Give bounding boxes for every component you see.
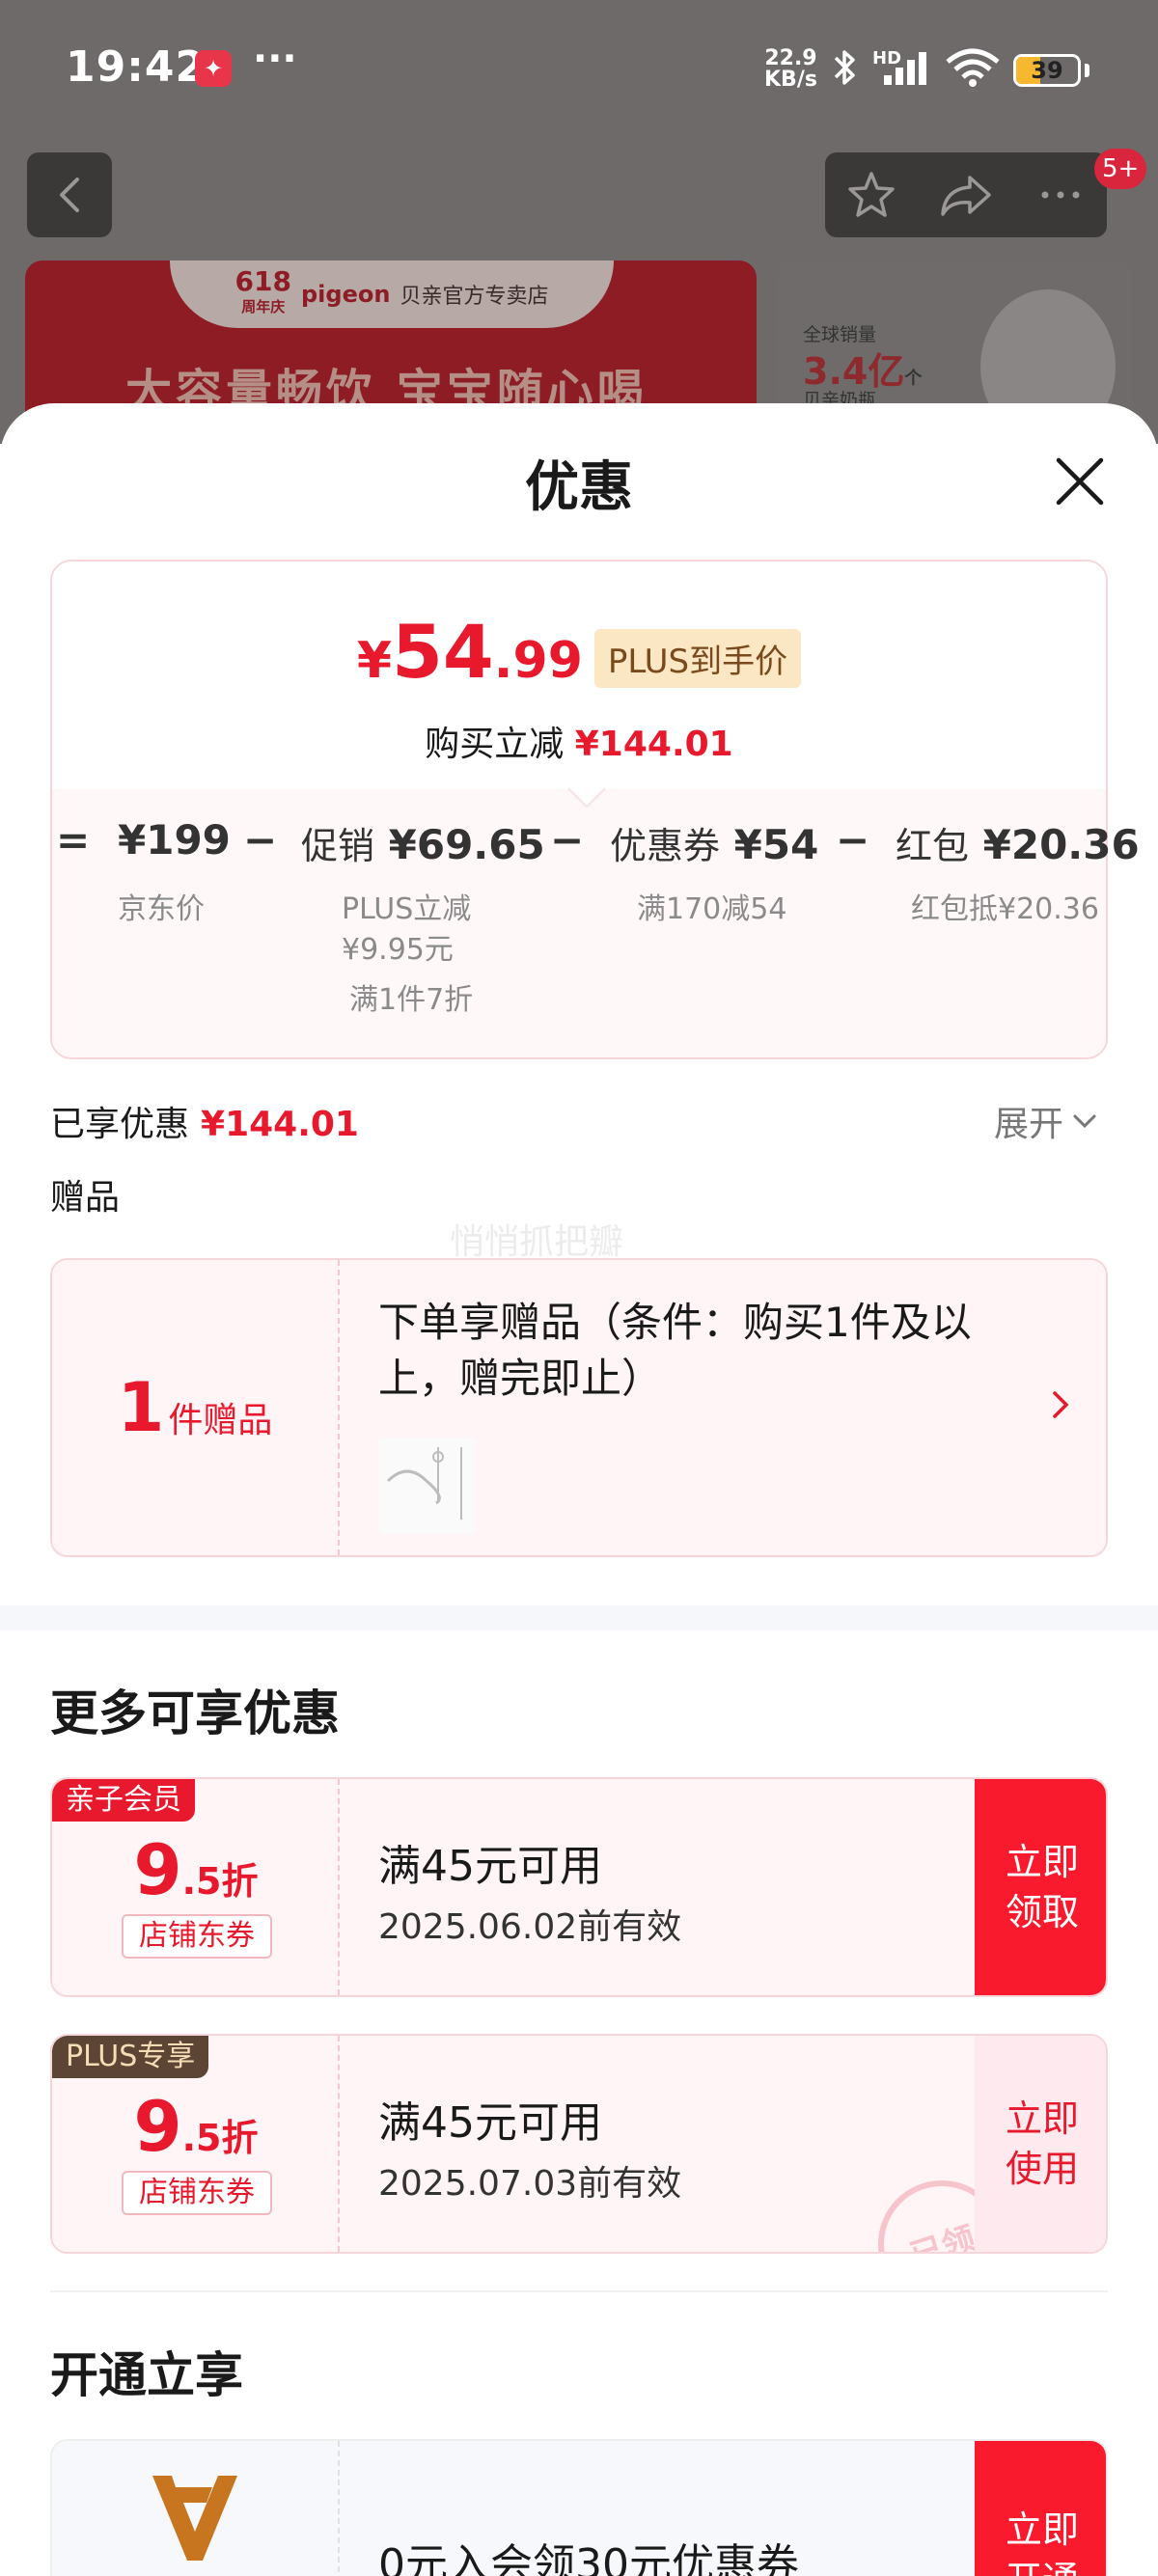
calc-desc-red-packet: 红包抵¥20.36 <box>911 892 1099 926</box>
coupon-condition: 满45元可用 <box>378 2098 602 2148</box>
bluetooth-icon <box>834 50 855 85</box>
network-speed-unit: KB/s <box>764 68 817 92</box>
equals-sign: = <box>56 816 91 863</box>
final-price-row: ¥54.99 PLUS到手价 <box>52 616 1106 698</box>
close-button[interactable] <box>1048 450 1112 513</box>
gift-count: 1 件赠品 <box>52 1260 340 1555</box>
section-divider <box>0 1605 1158 1631</box>
calc-promotion: 促销 ¥69.65 <box>301 821 545 868</box>
gift-description: 下单享赠品（条件：购买1件及以上，赠完即止） <box>378 1299 972 1402</box>
gift-section-title: 赠品 <box>50 1178 121 1218</box>
discount-sheet: 优惠 ¥54.99 PLUS到手价 购买立减 ¥144.01 = ¥199 − … <box>0 403 1158 2576</box>
chevron-left-icon <box>60 178 79 212</box>
banner-brand-tab: 618 周年庆 pigeon 贝亲官方专卖店 <box>170 260 614 328</box>
more-options-icon[interactable] <box>1034 168 1088 222</box>
coupon-expiry: 2025.06.02前有效 <box>378 1907 682 1947</box>
cellular-signal-icon <box>884 52 926 85</box>
calc-coupon: 优惠券 ¥54 <box>610 821 819 868</box>
close-icon <box>1056 457 1104 506</box>
chevron-down-icon <box>1073 1114 1096 1129</box>
background-page: 19:42 ✦ ··· 22.9 KB/s HD 39 5+ 618 周年庆 p… <box>0 0 1158 444</box>
coupon-tag: PLUS专享 <box>52 2036 209 2078</box>
open-membership-title: 开通立享 <box>50 2347 243 2403</box>
chevron-right-icon <box>1053 1391 1069 1418</box>
calc-desc-coupon: 满170减54 <box>637 892 787 926</box>
sheet-title: 优惠 <box>525 456 633 519</box>
battery-tip <box>1085 64 1089 77</box>
coupon-card: PLUS专享 9.5折 店铺东券 满45元可用 2025.07.03前有效 已领… <box>50 2034 1108 2254</box>
battery-level: 39 <box>1031 57 1063 84</box>
separator <box>50 2290 1108 2292</box>
coupon-condition: 满45元可用 <box>378 1842 602 1891</box>
anniversary-label: 周年庆 <box>241 298 286 315</box>
app-notification-icon: ✦ <box>195 50 232 87</box>
shop-name: 贝亲官方专卖店 <box>400 285 549 309</box>
watermark: 悄悄抓把瓣 <box>450 1222 624 1262</box>
status-time: 19:42 <box>66 42 207 92</box>
network-speed-value: 22.9 <box>764 46 817 70</box>
calc-red-packet: 红包 ¥20.36 <box>896 821 1140 868</box>
claim-coupon-button[interactable]: 立即 领取 <box>975 1779 1106 1995</box>
minus-sign: − <box>243 816 278 863</box>
coupon-type-badge: 店铺东券 <box>122 1914 272 1959</box>
final-price: ¥54.99 <box>356 609 583 695</box>
calc-desc-jd-price: 京东价 <box>118 892 205 926</box>
saved-total: 已享优惠 ¥144.01 <box>50 1105 359 1144</box>
gift-card[interactable]: 1 件赠品 下单享赠品（条件：购买1件及以上，赠完即止） <box>50 1258 1108 1557</box>
coupon-card: 亲子会员 9.5折 店铺东券 满45元可用 2025.06.02前有效 立即 领取 <box>50 1777 1108 1997</box>
expand-label: 展开 <box>994 1105 1064 1144</box>
coupon-type-badge: 店铺东券 <box>122 2171 272 2215</box>
price-breakdown-card: ¥54.99 PLUS到手价 购买立减 ¥144.01 <box>50 560 1108 1059</box>
calc-desc-promo-rule: 满1件7折 <box>349 983 474 1017</box>
coupon-tag: 亲子会员 <box>52 1779 195 1822</box>
anniversary-badge: 618 周年庆 <box>235 268 291 319</box>
expand-button[interactable]: 展开 <box>994 1096 1098 1146</box>
anniversary-number: 618 <box>234 265 291 297</box>
coupon-discount: 9.5折 <box>133 2086 259 2167</box>
top-action-bar <box>825 152 1107 237</box>
coupon-expiry: 2025.07.03前有效 <box>378 2164 682 2204</box>
coupon-discount: 9.5折 <box>133 1829 259 1910</box>
minus-sign: − <box>550 816 585 863</box>
wifi-icon <box>946 48 1000 87</box>
network-speed: 22.9 KB/s <box>764 48 817 91</box>
notification-badge: 5+ <box>1094 149 1147 189</box>
open-membership-button[interactable]: 立即开通 <box>975 2441 1106 2576</box>
share-icon[interactable] <box>937 168 995 222</box>
brand-logo: pigeon <box>301 281 391 308</box>
plus-price-tag: PLUS到手价 <box>593 629 802 688</box>
membership-card: 0元入会领30元优惠券 立即开通 <box>50 2439 1108 2576</box>
minus-sign: − <box>836 816 870 863</box>
calc-desc-plus-amount: ¥9.95元 <box>342 933 454 967</box>
gift-thumbnail <box>378 1438 475 1534</box>
status-bar: 19:42 ✦ ··· 22.9 KB/s HD 39 <box>0 0 1158 135</box>
back-button[interactable] <box>27 152 112 237</box>
membership-offer: 0元入会领30元优惠券 <box>378 2540 799 2576</box>
instant-discount: 购买立减 ¥144.01 <box>425 725 733 764</box>
use-coupon-button[interactable]: 立即 使用 <box>975 2036 1106 2252</box>
calc-jd-price: ¥199 <box>118 816 231 863</box>
battery-indicator: 39 <box>1013 54 1081 87</box>
calc-desc-plus: PLUS立减 <box>342 892 472 926</box>
favorite-star-icon[interactable] <box>844 168 898 222</box>
more-offers-title: 更多可享优惠 <box>50 1685 340 1741</box>
more-notifications-icon: ··· <box>253 37 297 81</box>
brand-v-logo <box>152 2476 237 2561</box>
